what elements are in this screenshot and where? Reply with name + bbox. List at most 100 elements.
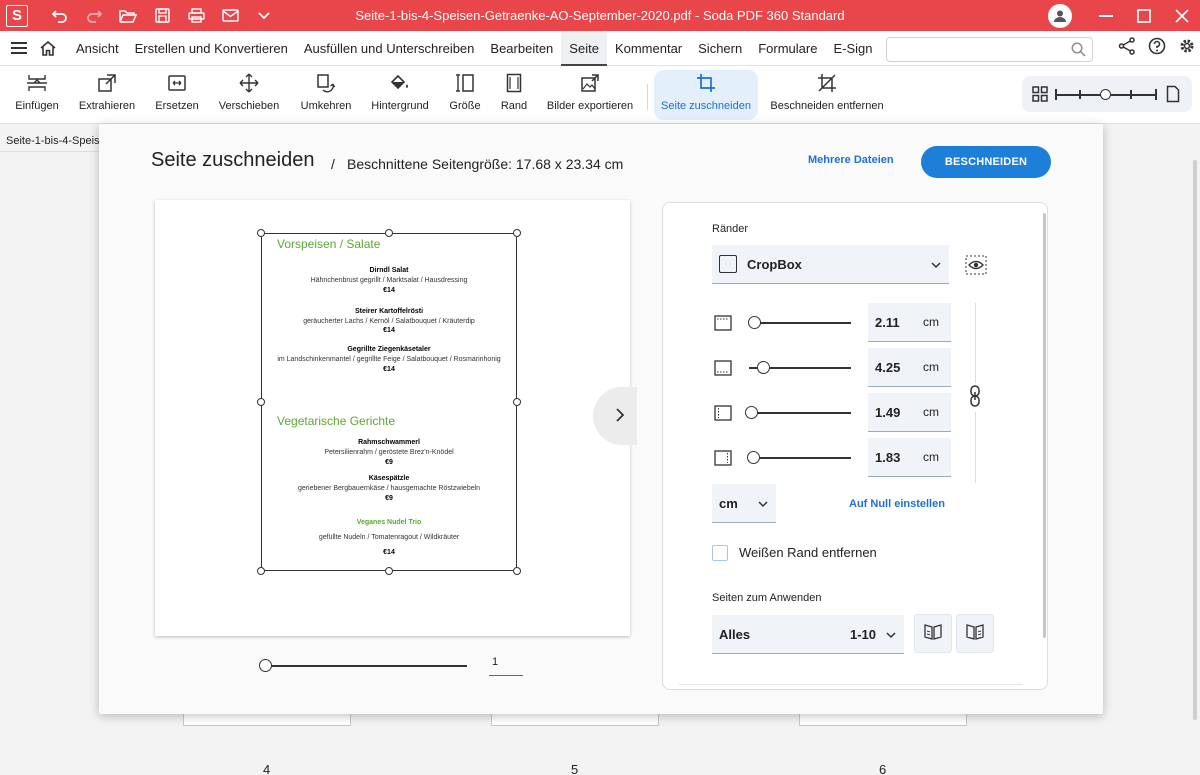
- margin-top-slider-knob[interactable]: [748, 316, 762, 329]
- crop-page-dialog: Seite zuschneiden / Beschnittene Seiteng…: [99, 124, 1103, 714]
- export-images-icon: [580, 70, 600, 96]
- crop-handle[interactable]: [257, 398, 265, 406]
- menu-seite[interactable]: Seite: [561, 30, 607, 66]
- menu-item-desc: im Landschinkenmantel / gegrillte Feige …: [277, 356, 501, 363]
- apply-pages-header: Seiten zum Anwenden: [712, 592, 822, 604]
- even-pages-button[interactable]: [956, 614, 994, 653]
- grid-view-icon[interactable]: [1032, 86, 1048, 105]
- menu-ansicht[interactable]: Ansicht: [68, 31, 127, 66]
- crop-handle[interactable]: [385, 229, 393, 237]
- menu-item-desc: Hähnchenbrust gegrillt / Marktsalat / Ha…: [310, 277, 468, 284]
- close-icon[interactable]: [1170, 4, 1194, 28]
- menu-item-desc: geriebener Bergbauernkäse / hausgemachte…: [297, 485, 481, 492]
- margin-left-input[interactable]: 1.49 cm: [868, 393, 951, 432]
- single-page-icon[interactable]: [1166, 85, 1180, 106]
- margin-bottom-slider-knob[interactable]: [757, 361, 771, 374]
- crop-handle[interactable]: [513, 229, 521, 237]
- margin-top-input[interactable]: 2.11 cm: [868, 303, 951, 342]
- document-tab[interactable]: Seite-1-bis-4-Speis: [0, 130, 100, 152]
- unit-select[interactable]: cm: [712, 484, 776, 523]
- tool-umkehren[interactable]: Umkehren: [298, 70, 354, 120]
- margin-right-slider-track[interactable]: [749, 457, 851, 459]
- home-icon[interactable]: [34, 40, 62, 56]
- margin-value: 4.25: [875, 359, 901, 375]
- apply-pages-select[interactable]: Alles 1-10: [712, 615, 904, 654]
- tool-label: Verschieben: [218, 100, 280, 112]
- panel-scrollbar[interactable]: [1043, 213, 1046, 638]
- chevron-down-icon: [886, 627, 896, 642]
- tool-bilder-exportieren[interactable]: Bilder exportieren: [544, 70, 636, 120]
- remove-white-margin-checkbox[interactable]: [712, 545, 728, 561]
- menu-formulare[interactable]: Formulare: [750, 31, 825, 66]
- user-avatar-icon[interactable]: [1048, 3, 1072, 28]
- maximize-icon[interactable]: [1132, 4, 1156, 28]
- chevron-down-icon[interactable]: [254, 6, 274, 26]
- margin-unit: cm: [923, 360, 939, 374]
- remove-white-margin-label: Weißen Rand entfernen: [739, 545, 877, 560]
- open-folder-icon[interactable]: [118, 6, 138, 26]
- tool-einfuegen[interactable]: Einfügen: [12, 70, 62, 120]
- save-icon[interactable]: [152, 6, 172, 26]
- margin-left-slider-track[interactable]: [749, 412, 851, 414]
- menu-item-name: Veganes Nudel Trio: [356, 519, 422, 526]
- reset-margins-link[interactable]: Auf Null einstellen: [849, 498, 945, 510]
- print-icon[interactable]: [186, 6, 206, 26]
- margin-right-slider-knob[interactable]: [747, 451, 761, 464]
- multiple-files-link[interactable]: Mehrere Dateien: [808, 154, 894, 166]
- thumbnail-zoom-knob[interactable]: [1100, 89, 1111, 100]
- crop-handle[interactable]: [257, 229, 265, 237]
- tool-verschieben[interactable]: Verschieben: [216, 70, 282, 120]
- crop-handle[interactable]: [257, 567, 265, 575]
- redo-icon[interactable]: [84, 6, 104, 26]
- crop-handle[interactable]: [513, 567, 521, 575]
- tool-extrahieren[interactable]: Extrahieren: [76, 70, 138, 120]
- margin-bottom-input[interactable]: 4.25 cm: [868, 348, 951, 387]
- help-icon[interactable]: [1148, 37, 1166, 58]
- remove-crop-icon: [817, 70, 837, 96]
- menu-kommentar[interactable]: Kommentar: [607, 31, 690, 66]
- minimize-icon[interactable]: [1094, 4, 1118, 28]
- window-controls: [1048, 0, 1194, 31]
- menu-bearbeiten[interactable]: Bearbeiten: [482, 31, 561, 66]
- odd-pages-button[interactable]: [914, 614, 952, 653]
- margin-top-slider-track[interactable]: [749, 322, 851, 324]
- box-type-select[interactable]: CropBox: [712, 245, 949, 284]
- search-input[interactable]: [886, 37, 1093, 62]
- menu-ausfuellen-unterschreiben[interactable]: Ausfüllen und Unterschreiben: [296, 31, 483, 66]
- tool-seite-zuschneiden[interactable]: Seite zuschneiden: [654, 70, 758, 120]
- menu-esign[interactable]: E-Sign: [825, 31, 880, 66]
- chevron-down-icon: [931, 257, 941, 272]
- page-number-input[interactable]: 1: [489, 656, 523, 676]
- tool-groesse[interactable]: Größe: [446, 70, 484, 120]
- page-slider-knob[interactable]: [259, 659, 272, 672]
- gear-icon[interactable]: [1178, 37, 1196, 58]
- menu-erstellen-konvertieren[interactable]: Erstellen und Konvertieren: [127, 31, 296, 66]
- tool-hintergrund[interactable]: Hintergrund: [368, 70, 432, 120]
- reverse-icon: [316, 70, 336, 96]
- page-slider-track[interactable]: [265, 665, 467, 667]
- margin-left-slider-knob[interactable]: [745, 406, 759, 419]
- undo-icon[interactable]: [50, 6, 70, 26]
- margin-right-input[interactable]: 1.83 cm: [868, 438, 951, 477]
- zoom-tick: [1130, 90, 1132, 99]
- share-icon[interactable]: [1118, 37, 1136, 58]
- crop-handle[interactable]: [513, 398, 521, 406]
- tool-rand[interactable]: Rand: [498, 70, 530, 120]
- show-crop-preview-icon[interactable]: [965, 255, 987, 278]
- crop-handle[interactable]: [385, 567, 393, 575]
- crop-button[interactable]: BESCHNEIDEN: [921, 146, 1051, 178]
- menu-sichern[interactable]: Sichern: [690, 31, 750, 66]
- zoom-tick: [1055, 89, 1057, 100]
- tool-beschneiden-entfernen[interactable]: Beschneiden entfernen: [770, 70, 884, 120]
- mail-icon[interactable]: [220, 6, 240, 26]
- thumbnail-page-number: 5: [571, 762, 579, 775]
- tool-label: Ersetzen: [155, 100, 199, 112]
- tool-ersetzen[interactable]: Ersetzen: [152, 70, 202, 120]
- title-bar: S Seite-1-bis-4-Speisen-Getraenke-AO-Sep…: [0, 0, 1200, 31]
- hamburger-menu-icon[interactable]: [4, 42, 34, 54]
- canvas-scrollbar[interactable]: [1193, 160, 1197, 720]
- link-margins-icon[interactable]: [969, 383, 981, 412]
- ribbon-separator: [647, 84, 648, 110]
- dialog-title: Seite zuschneiden: [151, 149, 315, 171]
- page-preview: Vorspeisen / Salate Dirndl Salat Hähnche…: [155, 200, 630, 636]
